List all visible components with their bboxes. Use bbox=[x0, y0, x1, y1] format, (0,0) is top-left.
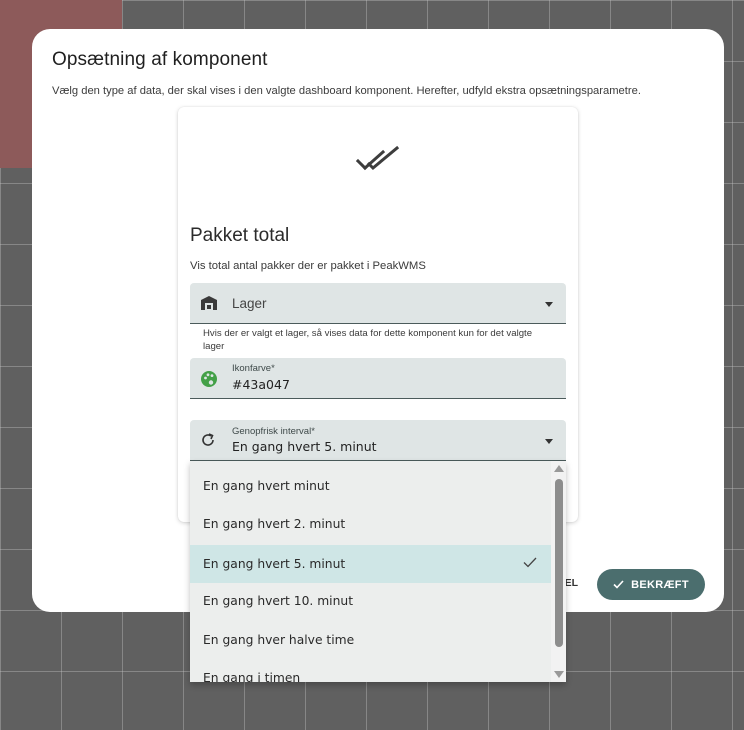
dropdown-option-selected[interactable]: En gang hvert 5. minut bbox=[190, 545, 551, 583]
dropdown-option[interactable]: En gang hvert 2. minut bbox=[190, 505, 551, 543]
icon-color-field[interactable]: Ikonfarve* #43a047 bbox=[190, 358, 566, 399]
dropdown-option[interactable]: En gang hvert minut bbox=[190, 467, 551, 505]
scrollbar-thumb[interactable] bbox=[555, 479, 563, 647]
dialog-title: Opsætning af komponent bbox=[52, 49, 268, 70]
warehouse-placeholder: Lager bbox=[232, 296, 267, 311]
dropdown-option[interactable]: En gang hvert 10. minut bbox=[190, 582, 551, 620]
dropdown-scrollbar[interactable] bbox=[551, 461, 566, 682]
icon-color-label: Ikonfarve* bbox=[232, 363, 275, 374]
refresh-icon bbox=[202, 433, 214, 446]
warehouse-icon bbox=[201, 296, 217, 310]
confirm-label: BEKRÆFT bbox=[631, 578, 689, 591]
dropdown-option[interactable]: En gang hver halve time bbox=[190, 621, 551, 659]
confirm-button[interactable]: BEKRÆFT bbox=[597, 569, 705, 600]
dropdown-option[interactable]: En gang i timen bbox=[190, 659, 551, 682]
refresh-interval-select[interactable]: Genopfrisk interval* En gang hvert 5. mi… bbox=[190, 420, 566, 461]
scroll-up-icon[interactable] bbox=[554, 465, 564, 472]
scroll-down-icon[interactable] bbox=[554, 671, 564, 678]
check-icon bbox=[523, 557, 537, 568]
icon-color-value: #43a047 bbox=[232, 377, 290, 392]
chevron-down-icon bbox=[545, 302, 553, 307]
component-card: Pakket total Vis total antal pakker der … bbox=[178, 107, 578, 522]
double-check-icon bbox=[356, 145, 400, 171]
warehouse-select[interactable]: Lager bbox=[190, 283, 566, 324]
chevron-down-icon bbox=[545, 439, 553, 444]
card-title: Pakket total bbox=[190, 225, 290, 246]
card-description: Vis total antal pakker der er pakket i P… bbox=[190, 260, 426, 272]
warehouse-hint: Hvis der er valgt et lager, så vises dat… bbox=[203, 328, 533, 352]
interval-dropdown-menu: En gang hvert minut En gang hvert 2. min… bbox=[190, 461, 566, 682]
check-icon bbox=[613, 580, 624, 589]
refresh-interval-value: En gang hvert 5. minut bbox=[232, 439, 377, 454]
dialog-subtitle: Vælg den type af data, der skal vises i … bbox=[52, 85, 641, 97]
palette-icon bbox=[201, 371, 217, 387]
refresh-interval-label: Genopfrisk interval* bbox=[232, 426, 315, 437]
